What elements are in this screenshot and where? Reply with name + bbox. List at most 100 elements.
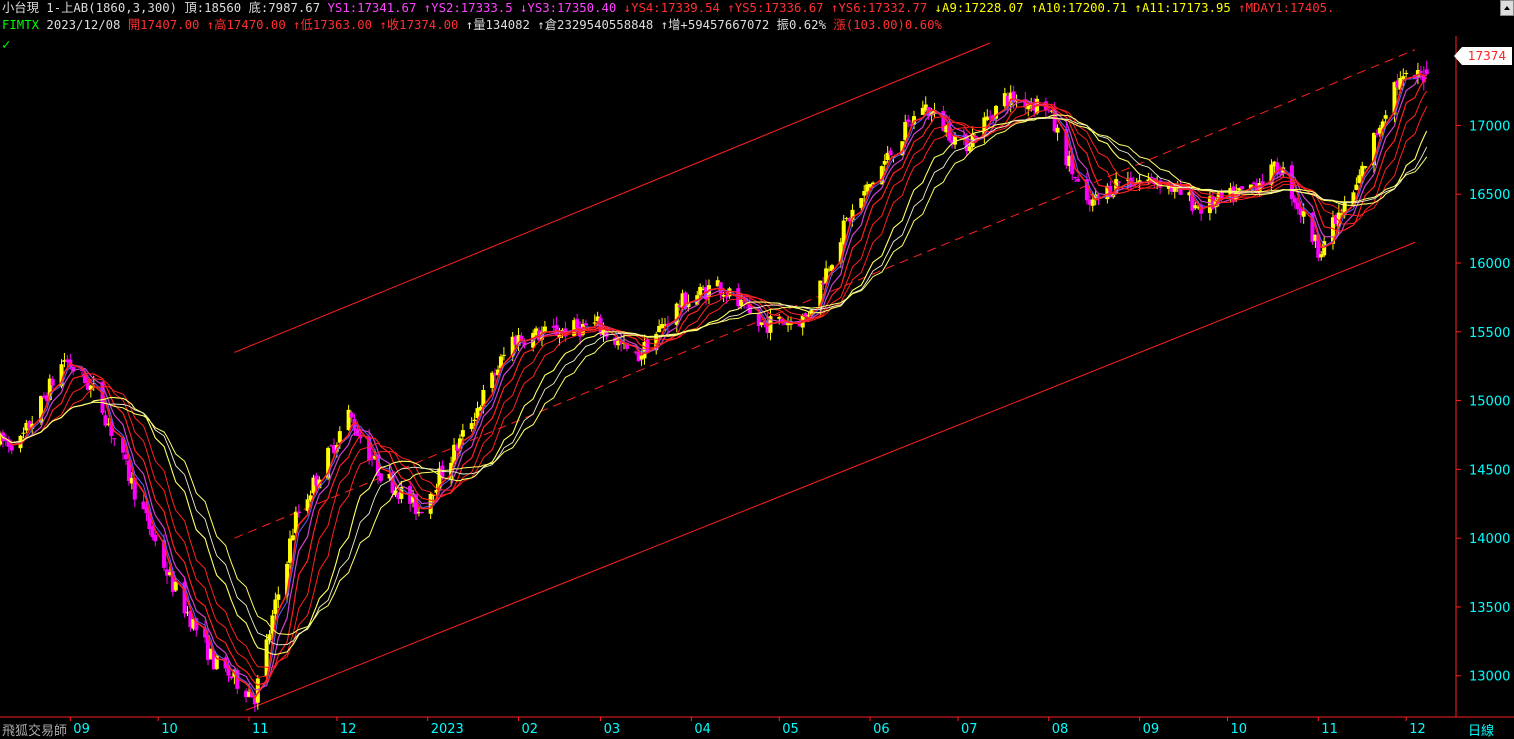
candle-body bbox=[967, 146, 972, 152]
candle-body bbox=[862, 191, 867, 196]
candlestick-chart: 13000 13500 14000 14500 15000 15500 16000 16500… bbox=[0, 36, 1514, 737]
candle-body bbox=[112, 438, 117, 440]
y-tick-label: 13500 bbox=[1469, 601, 1510, 616]
y-tick-label: 14500 bbox=[1469, 463, 1510, 478]
x-tick-label: 03 bbox=[604, 722, 621, 737]
readout-item: ↑低17363.00 bbox=[293, 18, 380, 32]
y-tick-label: 16000 bbox=[1469, 257, 1510, 272]
candle-body bbox=[1404, 72, 1409, 75]
ma-line bbox=[0, 90, 1428, 679]
readout-item: ↑A11:17173.95 bbox=[1134, 1, 1239, 15]
candle-body bbox=[1117, 181, 1122, 183]
x-tick-label: 08 bbox=[1052, 722, 1069, 737]
info-header: 小台現 1-上AB(1860,3,300) 頂:18560 底:7987.67 … bbox=[0, 0, 1500, 36]
readout-item: 底:7987.67 bbox=[248, 1, 328, 15]
candle-body bbox=[273, 599, 278, 615]
candle-body bbox=[1383, 115, 1388, 119]
check-icon: ✓ bbox=[2, 37, 11, 53]
candle-body bbox=[349, 412, 354, 418]
x-tick-label: 10 bbox=[1230, 722, 1247, 737]
candle-body bbox=[472, 419, 477, 422]
x-tick-label: 06 bbox=[873, 722, 890, 737]
current-price-tag: 17374 bbox=[1454, 47, 1512, 65]
readout-item: 開17407.00 bbox=[127, 18, 207, 32]
candle-body bbox=[290, 535, 295, 541]
candle-body bbox=[469, 423, 474, 430]
x-tick-label: 10 bbox=[161, 722, 178, 737]
readout-item: 頂:18560 bbox=[184, 1, 249, 15]
indicator-readout-row: 小台現 1-上AB(1860,3,300) 頂:18560 底:7987.67 … bbox=[2, 0, 1334, 17]
x-tick-label: 07 bbox=[961, 722, 978, 737]
candle-body bbox=[1240, 186, 1245, 190]
candle-body bbox=[501, 354, 506, 356]
readout-item: ↑倉2329540558848 bbox=[537, 18, 661, 32]
candle-body bbox=[1076, 178, 1081, 182]
readout-item: 漲(103.00)0.60% bbox=[833, 18, 942, 32]
candle-body bbox=[460, 430, 465, 437]
candle-body bbox=[50, 379, 55, 386]
readout-item: FIMTX bbox=[2, 18, 47, 32]
readout-item: ↓YS3:17350.40 bbox=[520, 1, 624, 15]
readout-item: ↑量134082 bbox=[465, 18, 538, 32]
readout-item: ↑YS2:17333.5 bbox=[423, 1, 521, 15]
ma-line bbox=[0, 77, 1428, 686]
readout-item: ↑YS6:17332.77 bbox=[830, 1, 935, 15]
readout-item: ↑增+59457667072 bbox=[660, 18, 777, 32]
candle-body bbox=[288, 538, 293, 563]
candle-body bbox=[378, 473, 383, 481]
readout-item: 小台現 1-上AB(1860,3,300) bbox=[2, 1, 185, 15]
period-label[interactable]: 日線 bbox=[1468, 720, 1494, 739]
candle-body bbox=[337, 431, 342, 443]
candle-body bbox=[173, 581, 178, 591]
candle-body bbox=[698, 287, 703, 295]
y-tick-label: 15000 bbox=[1469, 395, 1510, 410]
readout-item: ↓YS4:17339.54 bbox=[623, 1, 728, 15]
x-tick-label: 2023 bbox=[431, 722, 464, 737]
readout-item: 振0.62% bbox=[776, 18, 834, 32]
y-tick-label: 16500 bbox=[1469, 188, 1510, 203]
x-tick-label: 12 bbox=[340, 722, 357, 737]
candle-body bbox=[1424, 69, 1429, 74]
y-tick-label: 17000 bbox=[1469, 119, 1510, 134]
readout-item: ↑A10:17200.71 bbox=[1030, 1, 1135, 15]
candle-body bbox=[1363, 166, 1368, 168]
channel-line bbox=[245, 241, 1416, 711]
brand-label: 飛狐交易師 bbox=[2, 724, 68, 739]
x-tick-label: 04 bbox=[694, 722, 711, 737]
candle-body bbox=[888, 150, 893, 156]
scroll-up-button[interactable] bbox=[1500, 0, 1514, 16]
channel-line bbox=[234, 42, 991, 353]
candle-body bbox=[1354, 184, 1359, 191]
candle-body bbox=[1090, 199, 1095, 206]
y-tick-label: 13000 bbox=[1469, 670, 1510, 685]
readout-item: 2023/12/08 bbox=[46, 18, 128, 32]
candle-body bbox=[575, 318, 580, 329]
readout-item: ↑高17470.00 bbox=[206, 18, 294, 32]
candle-body bbox=[583, 323, 588, 326]
candle-body bbox=[882, 160, 887, 165]
ma-line bbox=[0, 73, 1427, 697]
candle-body bbox=[1374, 133, 1379, 136]
candle-body bbox=[21, 432, 26, 434]
candle-body bbox=[1418, 71, 1423, 73]
y-tick-label: 15500 bbox=[1469, 326, 1510, 341]
candle-body bbox=[1073, 176, 1078, 179]
readout-item: ↑YS5:17336.67 bbox=[727, 1, 831, 15]
x-tick-label: 11 bbox=[1321, 722, 1338, 737]
quote-readout-row: FIMTX 2023/12/08 開17407.00 ↑高17470.00 ↑低… bbox=[2, 17, 942, 34]
x-tick-label: 05 bbox=[782, 722, 799, 737]
candle-body bbox=[276, 594, 281, 600]
x-tick-label: 09 bbox=[1143, 722, 1160, 737]
candle-body bbox=[906, 119, 911, 123]
candles bbox=[0, 60, 1429, 712]
candle-body bbox=[296, 511, 301, 513]
readout-item: ↑收17374.00 bbox=[379, 18, 466, 32]
ma-line bbox=[0, 72, 1428, 700]
x-tick-label: 12 bbox=[1409, 722, 1426, 737]
candle-body bbox=[1292, 197, 1297, 203]
candle-body bbox=[267, 634, 272, 641]
x-tick-label: 09 bbox=[73, 722, 90, 737]
readout-item: ↓A9:17228.07 bbox=[934, 1, 1031, 15]
candle-body bbox=[1401, 76, 1406, 79]
readout-item: YS1:17341.67 bbox=[327, 1, 424, 15]
